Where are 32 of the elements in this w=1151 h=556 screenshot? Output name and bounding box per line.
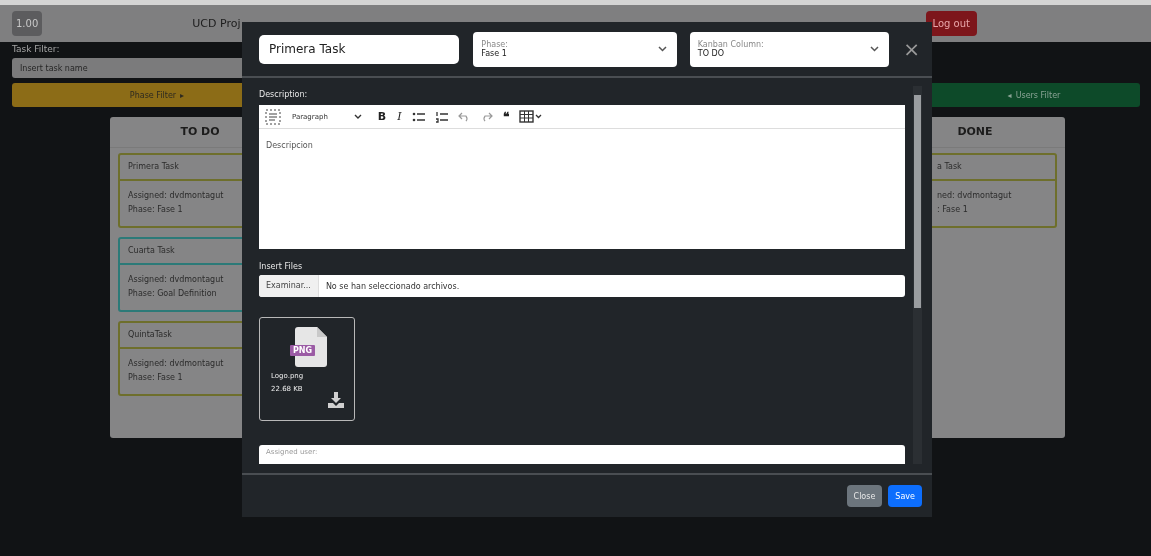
close-button[interactable]: Close — [846, 485, 883, 507]
card-text: Phase: Fase 1 — [128, 204, 184, 216]
download-icon[interactable] — [328, 392, 344, 408]
numbered-list-icon[interactable] — [434, 110, 449, 123]
file-input[interactable]: Examinar... No se han seleccionado archivos. — [259, 275, 905, 297]
undo-icon[interactable] — [457, 111, 471, 122]
card-text: Phase: Goal Definition — [128, 288, 218, 300]
version-badge: 1.00 — [12, 11, 43, 36]
close-button[interactable]: × — [901, 37, 922, 61]
card-text: Assigned: dvdmontagut — [128, 358, 225, 370]
caret-icon — [353, 113, 362, 120]
table-icon[interactable] — [518, 110, 543, 123]
caret-icon — [657, 46, 667, 52]
column-select[interactable]: Kanban Column: TO DO — [689, 31, 890, 67]
source-icon[interactable] — [265, 108, 281, 125]
bold-button[interactable]: B — [376, 110, 388, 123]
caret-icon — [870, 46, 880, 52]
task-name-field[interactable]: Primera Task — [259, 34, 460, 64]
save-button[interactable]: Save — [888, 485, 922, 507]
file-type-label: PNG — [290, 345, 316, 356]
card-text: Phase: Fase 1 — [128, 372, 184, 384]
app-title: UCD Proj — [192, 17, 241, 30]
italic-button[interactable]: I — [396, 110, 403, 123]
quote-button[interactable]: ❝ — [501, 109, 510, 124]
phase-select[interactable]: Phase: Fase 1 — [473, 31, 677, 67]
logout-button[interactable]: Log out — [925, 11, 977, 36]
card-text: Assigned: dvdmontagut — [128, 190, 225, 202]
scrollbar[interactable] — [913, 86, 922, 464]
filter-label: Task Filter: — [12, 44, 60, 56]
bulleted-list-icon[interactable] — [411, 110, 426, 123]
card-text: : Fase 1 — [937, 204, 969, 216]
card-text: ned: dvdmontagut — [937, 190, 1013, 202]
